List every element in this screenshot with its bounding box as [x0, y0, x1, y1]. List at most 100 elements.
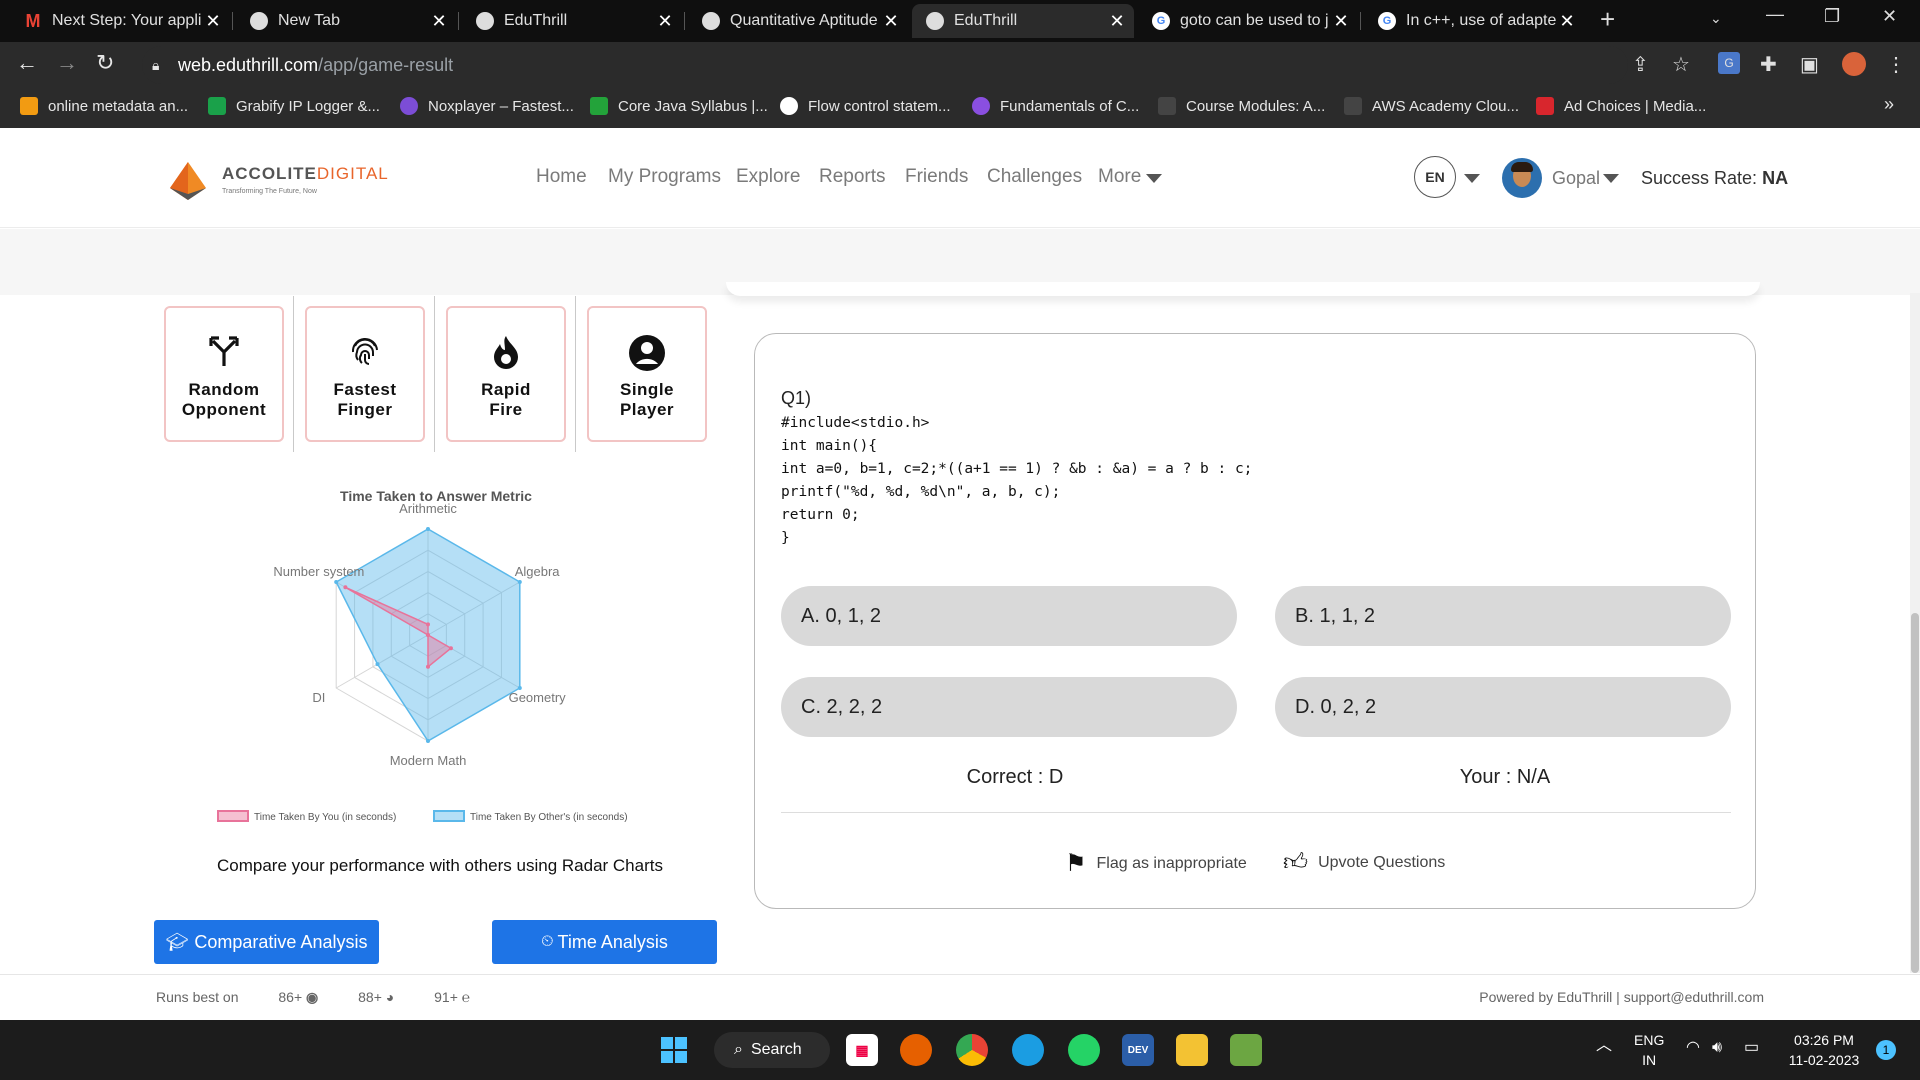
clock[interactable]: 03:26 PM 11-02-2023	[1784, 1030, 1864, 1070]
mode-single-player[interactable]: Single Player	[587, 306, 707, 442]
close-icon[interactable]: ✕	[880, 11, 902, 32]
volume-icon[interactable]: 🔊︎	[1712, 1038, 1722, 1058]
avatar[interactable]	[1502, 158, 1542, 198]
nav-friends[interactable]: Friends	[905, 166, 968, 188]
tab-eduthrill-1[interactable]: EduThrill ✕	[462, 4, 682, 38]
chrome-icon[interactable]	[956, 1034, 988, 1066]
url-host: web.eduthrill.com	[178, 55, 319, 75]
store-icon[interactable]: ▦	[846, 1034, 878, 1066]
taskbar-search[interactable]: ⌕ Search	[714, 1032, 830, 1068]
chevron-down-icon[interactable]	[1464, 174, 1480, 183]
nav-more[interactable]: More	[1098, 166, 1141, 188]
share-icon[interactable]: ⇪	[1632, 52, 1649, 77]
close-icon[interactable]: ✕	[1330, 11, 1352, 32]
bookmark-item[interactable]: Course Modules: A...	[1158, 97, 1325, 115]
devcpp-icon[interactable]: DEV	[1122, 1034, 1154, 1066]
tab-goto[interactable]: G goto can be used to j ✕	[1138, 4, 1358, 38]
site-header: ACCOLITEDIGITAL Transforming The Future,…	[0, 128, 1920, 228]
scrollbar-thumb[interactable]	[1911, 613, 1919, 973]
time-analysis-button[interactable]: ⏲︎ Time Analysis	[492, 920, 717, 964]
nav-my-programs[interactable]: My Programs	[608, 166, 721, 188]
bookmark-item[interactable]: Ad Choices | Media...	[1536, 97, 1706, 115]
browser-support: Runs best on 86+ ◉ 88+ ◕ 91+ ℮	[156, 989, 471, 1005]
windows-start-icon[interactable]	[658, 1034, 690, 1066]
comparative-analysis-button[interactable]: 🎓︎ Comparative Analysis	[154, 920, 379, 964]
close-icon[interactable]: ✕	[1106, 11, 1128, 32]
bookmark-item[interactable]: Core Java Syllabus |...	[590, 97, 768, 115]
nav-explore[interactable]: Explore	[736, 166, 800, 188]
nav-home[interactable]: Home	[536, 166, 587, 188]
bookmark-item[interactable]: Grabify IP Logger &...	[208, 97, 380, 115]
radar-axis-label: Modern Math	[390, 753, 467, 768]
more-bookmarks-icon[interactable]: »	[1884, 94, 1894, 115]
reload-icon[interactable]: ↻	[96, 50, 114, 76]
menu-icon[interactable]: ⋮	[1886, 52, 1906, 77]
restore-icon[interactable]: ❐	[1824, 6, 1840, 27]
tab-eduthrill-active[interactable]: EduThrill ✕	[912, 4, 1134, 38]
notification-badge[interactable]: 1	[1876, 1040, 1896, 1060]
option-a[interactable]: A. 0, 1, 2	[781, 586, 1237, 646]
option-d[interactable]: D. 0, 2, 2	[1275, 677, 1731, 737]
file-explorer-icon[interactable]	[1176, 1034, 1208, 1066]
option-b[interactable]: B. 1, 1, 2	[1275, 586, 1731, 646]
wifi-icon[interactable]: ◠	[1686, 1038, 1700, 1058]
notepad-icon[interactable]	[1230, 1034, 1262, 1066]
sidepanel-icon[interactable]: ▣	[1800, 52, 1819, 77]
url-bar[interactable]: 🔒︎ web.eduthrill.com/app/game-result	[142, 46, 1628, 84]
bookmark-item[interactable]: Fundamentals of C...	[972, 97, 1139, 115]
close-icon[interactable]: ✕	[654, 11, 676, 32]
tab-quantitative-aptitude[interactable]: Quantitative Aptitude ✕	[688, 4, 908, 38]
divider	[781, 812, 1731, 813]
page-scrollbar[interactable]	[1910, 293, 1920, 973]
flag-button[interactable]: ⚑ Flag as inappropriate	[1065, 849, 1247, 878]
url-path: /app/game-result	[318, 55, 454, 75]
question-number: Q1)	[781, 388, 812, 408]
edge-version: 91+ ℮	[434, 989, 471, 1005]
tray-chevron-icon[interactable]: ︿	[1596, 1036, 1612, 1056]
tab-new-tab[interactable]: New Tab ✕	[236, 4, 456, 38]
radar-axis-label: DI	[312, 690, 325, 705]
question-code: #include<stdio.h> int main(){ int a=0, b…	[781, 415, 1253, 546]
tab-search-icon[interactable]: ⌄	[1710, 10, 1722, 27]
language-selector[interactable]: EN	[1414, 156, 1456, 198]
bookmark-item[interactable]: online metadata an...	[20, 97, 188, 115]
chevron-down-icon[interactable]	[1603, 174, 1619, 183]
nav-reports[interactable]: Reports	[819, 166, 886, 188]
tab-separator	[1360, 12, 1361, 30]
username[interactable]: Gopal	[1552, 168, 1600, 189]
bookmark-item[interactable]: AWS Academy Clou...	[1344, 97, 1519, 115]
logo-icon	[170, 162, 206, 200]
translate-icon[interactable]: G	[1718, 52, 1740, 74]
close-icon[interactable]: ✕	[202, 11, 224, 32]
bookmark-item[interactable]: Noxplayer – Fastest...	[400, 97, 574, 115]
mode-fastest-finger[interactable]: Fastest Finger	[305, 306, 425, 442]
mode-random-opponent[interactable]: Random Opponent	[164, 306, 284, 442]
language-indicator[interactable]: ENG IN	[1634, 1030, 1664, 1070]
edge-icon: ℮	[461, 989, 471, 1005]
bookmark-item[interactable]: Flow control statem...	[780, 97, 951, 115]
new-tab-icon[interactable]: +	[1600, 4, 1615, 35]
upvote-button[interactable]: 👍︎ Upvote Questions	[1283, 849, 1445, 877]
bookmark-icon	[400, 97, 418, 115]
close-icon[interactable]: ✕	[428, 11, 450, 32]
mode-rapid-fire[interactable]: Rapid Fire	[446, 306, 566, 442]
whatsapp-icon[interactable]	[1068, 1034, 1100, 1066]
battery-icon[interactable]: ▭	[1744, 1038, 1759, 1058]
profile-icon[interactable]	[1842, 52, 1866, 76]
logo[interactable]: ACCOLITEDIGITAL Transforming The Future,…	[166, 160, 388, 209]
close-window-icon[interactable]: ✕	[1882, 6, 1897, 27]
back-icon[interactable]: ←	[16, 50, 38, 76]
close-icon[interactable]: ✕	[1556, 11, 1578, 32]
radar-point	[334, 580, 339, 584]
firefox-icon[interactable]	[900, 1034, 932, 1066]
edge-icon[interactable]	[1012, 1034, 1044, 1066]
tab-cpp[interactable]: G In c++, use of adapte ✕	[1364, 4, 1584, 38]
minimize-icon[interactable]: —	[1766, 4, 1784, 25]
nav-challenges[interactable]: Challenges	[987, 166, 1082, 188]
tab-gmail[interactable]: M Next Step: Your applic ✕	[10, 4, 230, 38]
extensions-icon[interactable]: ✚	[1760, 52, 1777, 77]
option-c[interactable]: C. 2, 2, 2	[781, 677, 1237, 737]
chevron-down-icon[interactable]	[1146, 174, 1162, 183]
bookmark-star-icon[interactable]: ☆	[1672, 52, 1690, 77]
forward-icon[interactable]: →	[56, 50, 78, 76]
